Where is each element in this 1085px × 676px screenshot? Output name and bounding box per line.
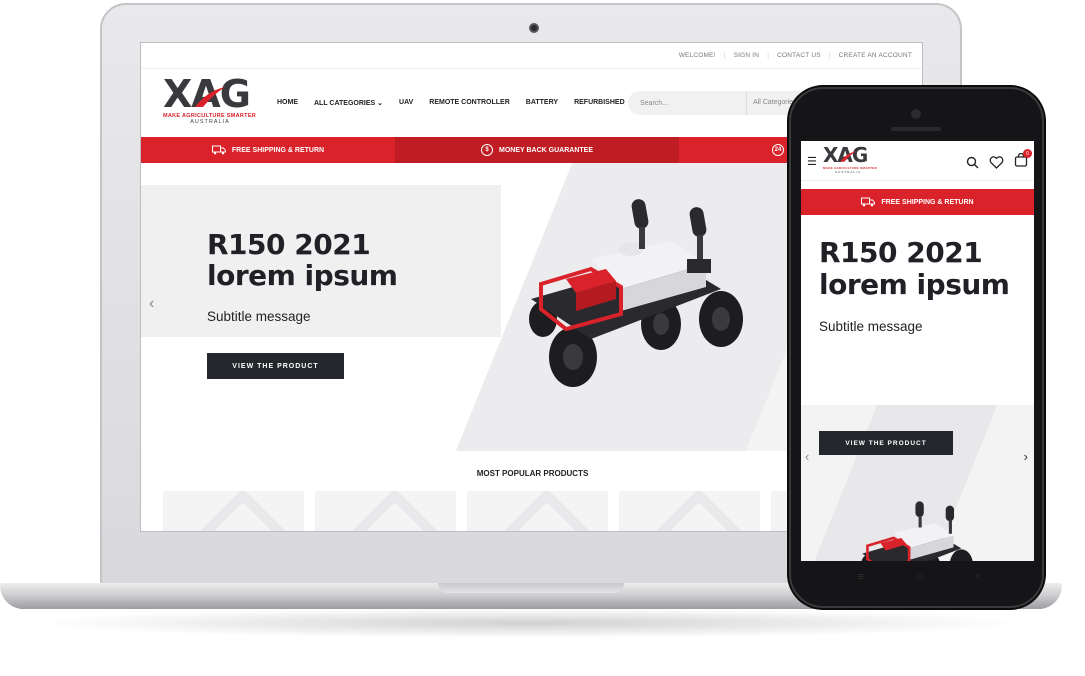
mobile-header-icons: 0 [966,149,1032,172]
cart-count-badge: 0 [1023,149,1032,158]
logo-wordmark: XAG [823,143,868,167]
hero-title: R150 2021 lorem ipsum [207,228,398,292]
logo-region: AUSTRALIA [835,170,861,174]
phone-screen: ☰ XAG MAKE AGRICULTURE SMARTER AUSTRALIA [801,141,1034,561]
home-key-icon[interactable]: ○ [917,571,924,583]
chevron-down-icon: ⌄ [375,100,384,107]
welcome-text: WELCOME! [678,52,716,59]
promo-shipping-label: FREE SHIPPING & RETURN [231,146,325,154]
nav-remote-controller[interactable]: REMOTE CONTROLLER [429,99,510,107]
contact-us-link[interactable]: CONTACT US [777,52,821,59]
hero-subtitle: Subtitle message [819,319,923,334]
hero-subtitle: Subtitle message [207,309,311,324]
heart-icon[interactable] [989,156,1004,169]
cart-button[interactable]: 0 [1014,149,1032,172]
logo-swoosh-icon [840,151,856,162]
sign-in-link[interactable]: SIGN IN [734,52,760,59]
nav-home[interactable]: HOME [277,99,298,107]
mobile-logo[interactable]: XAG MAKE AGRICULTURE SMARTER AUSTRALIA [823,143,877,175]
mobile-header: ☰ XAG MAKE AGRICULTURE SMARTER AUSTRALIA [801,141,1034,181]
menu-icon[interactable]: ☰ [807,155,817,168]
logo-region: AUSTRALIA [190,119,230,125]
slider-prev-arrow[interactable]: ‹ [805,449,809,464]
product-card[interactable] [619,491,760,531]
r150-robot-image [529,199,743,387]
product-card[interactable] [467,491,608,531]
search-category-select[interactable]: All Categories [746,91,797,115]
truck-icon [211,145,226,155]
main-nav: HOME ALL CATEGORIES ⌄ UAV REMOTE CONTROL… [277,99,625,107]
promo-shipping-label: FREE SHIPPING & RETURN [881,198,974,206]
nav-battery[interactable]: BATTERY [526,99,558,107]
laptop-shadow [30,608,1030,638]
separator: | [723,52,726,59]
phone-nav-keys: ≡ ○ ‹ [791,571,1046,583]
laptop-camera [529,23,539,33]
dollar-icon: $ [481,144,493,156]
logo-wordmark: XAG [163,72,251,116]
view-product-button[interactable]: VIEW THE PRODUCT [819,431,953,455]
phone-camera [911,109,921,119]
nav-uav[interactable]: UAV [399,99,413,107]
site-logo[interactable]: XAG MAKE AGRICULTURE SMARTER AUSTRALIA [163,75,257,125]
top-bar: WELCOME! | SIGN IN | CONTACT US | CREATE… [141,43,922,69]
support-24-icon: 24 [772,144,784,156]
search-icon[interactable] [966,156,979,169]
product-card[interactable] [315,491,456,531]
promo-money-back: $ MONEY BACK GUARANTEE [395,137,679,163]
slider-next-arrow[interactable]: › [1024,449,1028,464]
mobile-promo-bar: FREE SHIPPING & RETURN [801,189,1034,215]
phone-speaker [891,127,941,131]
product-card[interactable] [163,491,304,531]
nav-all-categories[interactable]: ALL CATEGORIES ⌄ [314,99,383,107]
hero-title: R150 2021 lorem ipsum [819,236,1010,301]
separator: | [828,52,831,59]
separator: | [767,52,770,59]
search-input[interactable]: Search... [628,100,746,107]
slider-prev-arrow[interactable]: ‹ [149,295,154,313]
logo-swoosh-icon [195,87,225,107]
nav-refurbished[interactable]: REFURBISHED [574,99,625,107]
back-key-icon[interactable]: ‹ [976,571,980,583]
promo-money-back-label: MONEY BACK GUARANTEE [499,146,593,154]
promo-shipping: FREE SHIPPING & RETURN [141,137,395,163]
phone-device: ☰ XAG MAKE AGRICULTURE SMARTER AUSTRALIA [789,87,1044,608]
truck-icon [861,197,876,207]
r150-robot-image [861,501,973,561]
top-links: WELCOME! | SIGN IN | CONTACT US | CREATE… [679,52,912,59]
laptop-notch [438,583,624,593]
menu-key-icon[interactable]: ≡ [857,571,863,583]
create-account-link[interactable]: CREATE AN ACCOUNT [839,52,912,59]
view-product-button[interactable]: VIEW THE PRODUCT [207,353,344,379]
